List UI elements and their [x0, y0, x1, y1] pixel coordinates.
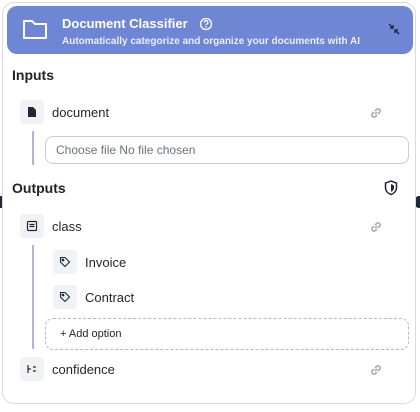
tag-icon: [53, 285, 77, 309]
folder-icon: [21, 16, 49, 47]
option-label: Invoice: [85, 255, 127, 270]
link-icon[interactable]: [369, 363, 383, 382]
add-option-button[interactable]: + Add option: [45, 318, 409, 350]
outputs-section-title: Outputs: [12, 180, 66, 196]
classifier-node-card: Document Classifier Automatically catego…: [2, 2, 416, 404]
collapse-icon[interactable]: [387, 22, 401, 41]
node-subtitle: Automatically categorize and organize yo…: [62, 36, 361, 47]
output-label-class: class: [52, 219, 82, 234]
inputs-section-title: Inputs: [12, 67, 54, 83]
document-file-input[interactable]: Choose file No file chosen: [45, 136, 409, 164]
list-icon: [20, 214, 44, 238]
node-header: Document Classifier Automatically catego…: [7, 6, 413, 54]
link-icon[interactable]: [369, 220, 383, 239]
node-title: Document Classifier: [62, 16, 188, 31]
number-icon: [20, 357, 44, 381]
input-connector-line: [32, 131, 34, 165]
file-icon: [20, 100, 44, 124]
input-label-document: document: [52, 105, 110, 120]
shield-icon[interactable]: [384, 180, 398, 201]
help-icon[interactable]: [199, 17, 213, 36]
tag-icon: [53, 250, 77, 274]
option-label: Contract: [85, 290, 135, 305]
output-label-confidence: confidence: [52, 362, 115, 377]
output-connector-line: [32, 245, 34, 349]
link-icon[interactable]: [369, 106, 383, 125]
